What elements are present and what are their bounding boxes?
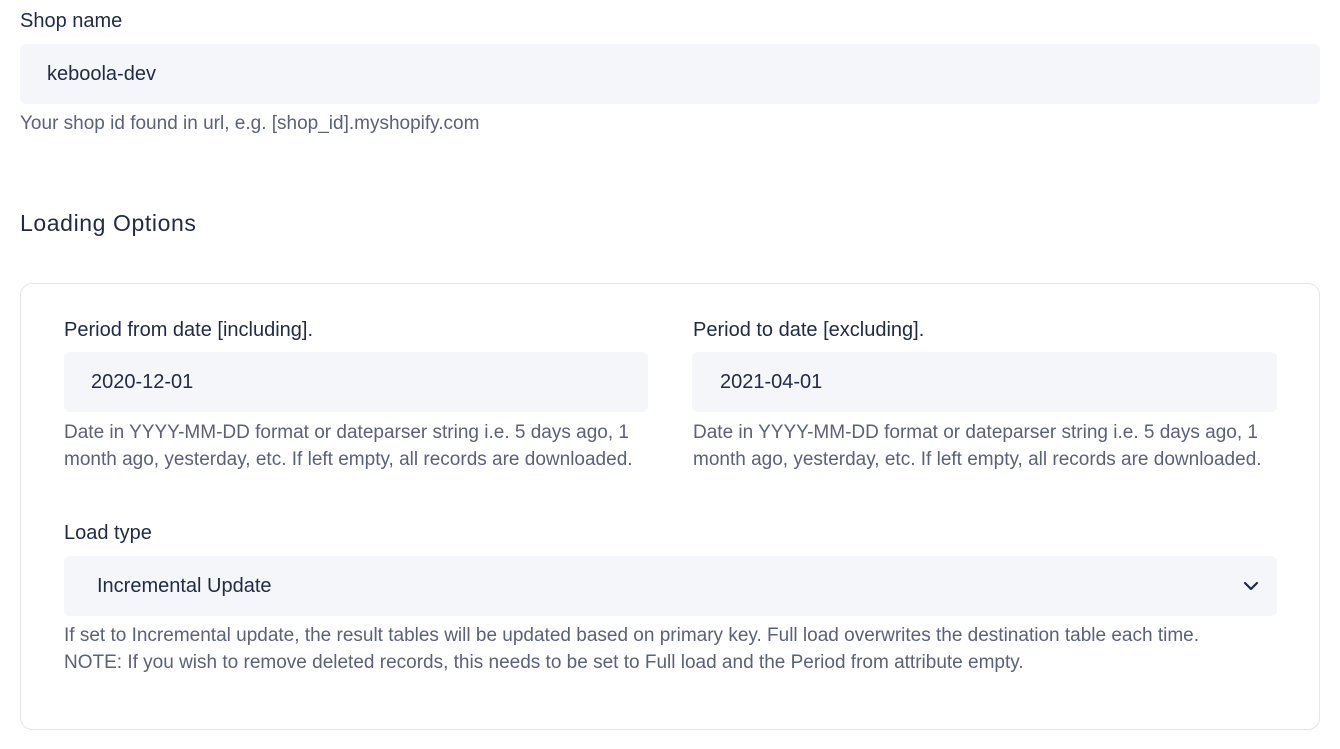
- shop-name-help: Your shop id found in url, e.g. [shop_id…: [20, 113, 480, 134]
- load-type-help-line: NOTE: If you wish to remove deleted reco…: [64, 652, 1024, 673]
- period-from-help-line: month ago, yesterday, etc. If left empty…: [64, 449, 633, 470]
- shopify-config-page: Shop name keboola-dev Your shop id found…: [0, 0, 1340, 749]
- period-to-input[interactable]: 2021-04-01: [692, 352, 1277, 412]
- period-from-help: Date in YYYY-MM-DD format or dateparser …: [64, 419, 664, 473]
- period-from-input[interactable]: 2020-12-01: [64, 352, 648, 412]
- period-to-help: Date in YYYY-MM-DD format or dateparser …: [693, 419, 1293, 473]
- period-to-help-line: Date in YYYY-MM-DD format or dateparser …: [693, 422, 1258, 443]
- loading-options-card: Period from date [including]. 2020-12-01…: [20, 283, 1320, 730]
- period-to-label: Period to date [excluding].: [693, 319, 925, 341]
- load-type-label: Load type: [64, 522, 152, 544]
- load-type-selected-value: Incremental Update: [97, 574, 272, 597]
- shop-name-input[interactable]: keboola-dev: [20, 44, 1320, 104]
- period-to-help-line: month ago, yesterday, etc. If left empty…: [693, 449, 1262, 470]
- period-from-help-line: Date in YYYY-MM-DD format or dateparser …: [64, 422, 629, 443]
- period-from-value: 2020-12-01: [91, 370, 194, 393]
- load-type-help-line: If set to Incremental update, the result…: [64, 625, 1199, 646]
- section-title: Loading Options: [20, 210, 197, 236]
- chevron-down-icon: [1241, 576, 1261, 596]
- shop-name-value: keboola-dev: [47, 62, 156, 85]
- load-type-select[interactable]: Incremental Update: [64, 556, 1277, 616]
- load-type-help: If set to Incremental update, the result…: [64, 622, 1284, 676]
- shop-name-label: Shop name: [20, 10, 123, 32]
- period-from-label: Period from date [including].: [64, 319, 314, 341]
- period-to-value: 2021-04-01: [720, 370, 823, 393]
